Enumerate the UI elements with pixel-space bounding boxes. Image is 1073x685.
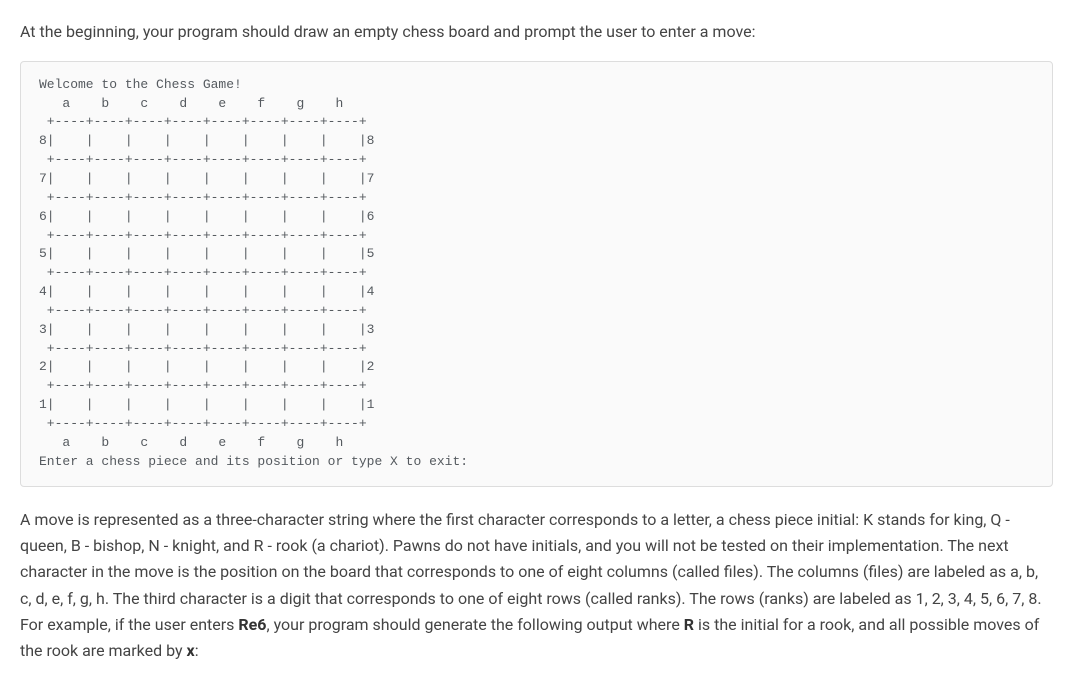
- example-move-bold: Re6: [238, 615, 266, 634]
- code-block-container: Welcome to the Chess Game! a b c d e f g…: [20, 61, 1053, 487]
- mark-symbol-bold: x: [187, 641, 195, 660]
- rook-initial-bold: R: [684, 615, 694, 634]
- intro-paragraph: At the beginning, your program should dr…: [20, 20, 1053, 45]
- description-paragraph: A move is represented as a three-charact…: [20, 507, 1053, 665]
- chess-board-output: Welcome to the Chess Game! a b c d e f g…: [39, 76, 1034, 472]
- desc-text-2: , your program should generate the follo…: [266, 615, 683, 634]
- desc-text-4: :: [195, 641, 199, 660]
